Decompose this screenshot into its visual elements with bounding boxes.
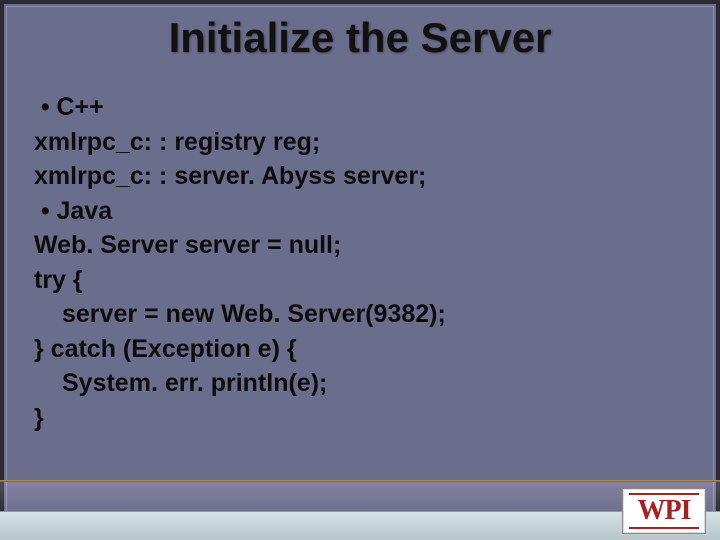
footer-bottom-bar — [0, 511, 720, 540]
code-line: try { — [34, 263, 680, 298]
wpi-logo: WPI — [622, 488, 706, 534]
code-line: server = new Web. Server(9382); — [34, 297, 680, 332]
bullet-cpp: • C++ — [34, 90, 680, 125]
code-line: } catch (Exception e) { — [34, 332, 680, 367]
slide-body: • C++ xmlrpc_c: : registry reg; xmlrpc_c… — [34, 90, 680, 435]
footer-gradient — [0, 482, 720, 514]
footer: WPI — [0, 480, 720, 540]
code-line: } — [34, 401, 680, 436]
code-line: Web. Server server = null; — [34, 228, 680, 263]
bullet-cpp-label: C++ — [57, 90, 104, 125]
slide: Initialize the Server • C++ xmlrpc_c: : … — [0, 0, 720, 540]
wpi-logo-text: WPI — [638, 495, 691, 527]
code-line: System. err. println(e); — [34, 366, 680, 401]
code-line: xmlrpc_c: : server. Abyss server; — [34, 159, 680, 194]
slide-title: Initialize the Server — [0, 14, 720, 62]
code-line: xmlrpc_c: : registry reg; — [34, 125, 680, 160]
logo-bar-bottom — [629, 527, 699, 529]
bullet-java: • Java — [34, 194, 680, 229]
bullet-dot-icon: • — [34, 194, 57, 229]
bullet-java-label: Java — [57, 194, 113, 229]
bullet-dot-icon: • — [34, 90, 57, 125]
